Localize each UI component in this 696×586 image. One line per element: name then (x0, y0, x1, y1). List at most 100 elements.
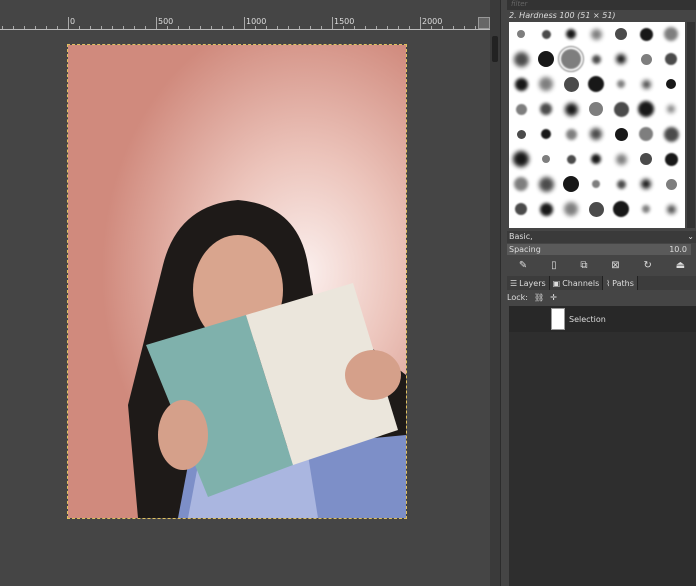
brush-item[interactable] (639, 127, 653, 141)
brush-scrollbar[interactable] (687, 22, 695, 228)
ruler-tick (222, 26, 223, 29)
ruler-tick (277, 26, 278, 29)
brush-item[interactable] (563, 76, 579, 92)
brush-item[interactable] (613, 101, 629, 117)
ruler-tick (57, 26, 58, 29)
brush-item[interactable] (541, 29, 551, 39)
brush-item[interactable] (539, 202, 553, 216)
brush-item[interactable] (516, 129, 526, 139)
delete-brush-icon[interactable]: ⊠ (611, 260, 619, 271)
brush-item[interactable] (641, 79, 651, 89)
refresh-icon[interactable]: ↻ (643, 260, 651, 271)
image-photo[interactable] (67, 44, 407, 519)
brush-title: 2. Hardness 100 (51 × 51) (509, 11, 616, 20)
horizontal-ruler: 0 500 1000 1500 2000 (0, 16, 490, 30)
brush-item[interactable] (667, 105, 675, 113)
brush-item[interactable] (563, 176, 579, 192)
brush-item[interactable] (564, 102, 578, 116)
brush-item[interactable] (564, 202, 578, 216)
tab-layers[interactable]: ☰ Layers (507, 276, 550, 290)
brush-item[interactable] (666, 204, 676, 214)
tab-channels[interactable]: ▣ Channels (550, 276, 604, 290)
edit-brush-icon[interactable]: ✎ (519, 260, 527, 271)
brush-item[interactable] (590, 128, 602, 140)
brush-item[interactable] (514, 177, 528, 191)
ruler-tick (112, 26, 113, 29)
brush-item[interactable] (566, 154, 576, 164)
spacing-slider[interactable]: Spacing 10.0 (507, 244, 691, 255)
brush-item[interactable] (588, 76, 604, 92)
spacing-value: 10.0 (669, 245, 687, 254)
image-canvas-area[interactable]: 0 500 1000 1500 2000 (0, 0, 490, 586)
brush-item[interactable] (640, 53, 652, 65)
brush-item[interactable] (538, 176, 554, 192)
ruler-tick (46, 26, 47, 29)
ruler-tick (376, 26, 377, 29)
brush-item[interactable] (638, 101, 654, 117)
lock-strokes-icon[interactable]: ⛓ (534, 293, 544, 302)
path-row[interactable]: Selection (509, 306, 696, 332)
brush-item[interactable] (640, 153, 652, 165)
ruler-tick (101, 26, 102, 29)
brush-item[interactable] (614, 127, 628, 141)
brush-item[interactable] (514, 77, 528, 91)
brush-item[interactable] (558, 46, 584, 72)
brush-item[interactable] (666, 79, 676, 89)
ruler-tick (398, 26, 399, 29)
brush-item[interactable] (540, 103, 552, 115)
navigate-button[interactable] (478, 17, 490, 29)
brush-item[interactable] (592, 180, 600, 188)
new-brush-icon[interactable]: ▯ (551, 260, 557, 271)
brush-item[interactable] (513, 51, 529, 67)
brush-item[interactable] (591, 154, 601, 164)
tab-paths[interactable]: ⌇ Paths (603, 276, 638, 290)
brush-item[interactable] (664, 27, 678, 41)
brush-item[interactable] (513, 151, 529, 167)
brush-item[interactable] (566, 29, 576, 39)
ruler-tick (354, 26, 355, 29)
ruler-tick (387, 26, 388, 29)
brush-item[interactable] (665, 53, 677, 65)
ruler-tick (189, 26, 190, 29)
brush-item[interactable] (665, 178, 677, 190)
brush-item[interactable] (616, 179, 626, 189)
brush-item[interactable] (589, 102, 603, 116)
ruler-tick (178, 26, 179, 29)
brush-item[interactable] (642, 205, 650, 213)
brush-item[interactable] (517, 30, 525, 38)
brush-grid[interactable] (509, 22, 685, 228)
tab-label: Paths (612, 278, 634, 288)
lock-position-icon[interactable]: ✛ (550, 293, 557, 302)
ruler-label: 1000 (246, 17, 267, 26)
brush-preset-select[interactable]: Basic, ⌄ (507, 231, 696, 243)
brush-item[interactable] (542, 155, 550, 163)
brush-item[interactable] (590, 28, 602, 40)
ruler-tick (244, 17, 245, 29)
brush-item[interactable] (565, 128, 577, 140)
brush-item[interactable] (539, 77, 553, 91)
brush-item[interactable] (616, 54, 626, 64)
brush-item[interactable] (615, 28, 627, 40)
brush-item[interactable] (591, 54, 601, 64)
brush-item[interactable] (541, 129, 551, 139)
tab-label: Channels (562, 278, 600, 288)
brush-item[interactable] (515, 103, 527, 115)
brush-item[interactable] (613, 201, 629, 217)
ruler-tick (310, 26, 311, 29)
brush-item[interactable] (639, 27, 653, 41)
scrollbar-thumb[interactable] (492, 36, 498, 62)
ruler-label: 1500 (334, 17, 355, 26)
vertical-scrollbar[interactable] (490, 0, 500, 586)
brush-item[interactable] (588, 201, 604, 217)
brush-filter-input[interactable]: filter (507, 0, 696, 10)
brush-item[interactable] (615, 153, 627, 165)
brush-item[interactable] (617, 80, 625, 88)
brush-item[interactable] (538, 51, 554, 67)
brush-item[interactable] (641, 179, 651, 189)
brush-item[interactable] (515, 203, 527, 215)
ruler-tick (35, 26, 36, 29)
open-as-image-icon[interactable]: ⏏ (676, 260, 685, 271)
duplicate-brush-icon[interactable]: ⧉ (580, 260, 587, 271)
brush-item[interactable] (664, 152, 678, 166)
brush-item[interactable] (663, 126, 679, 142)
